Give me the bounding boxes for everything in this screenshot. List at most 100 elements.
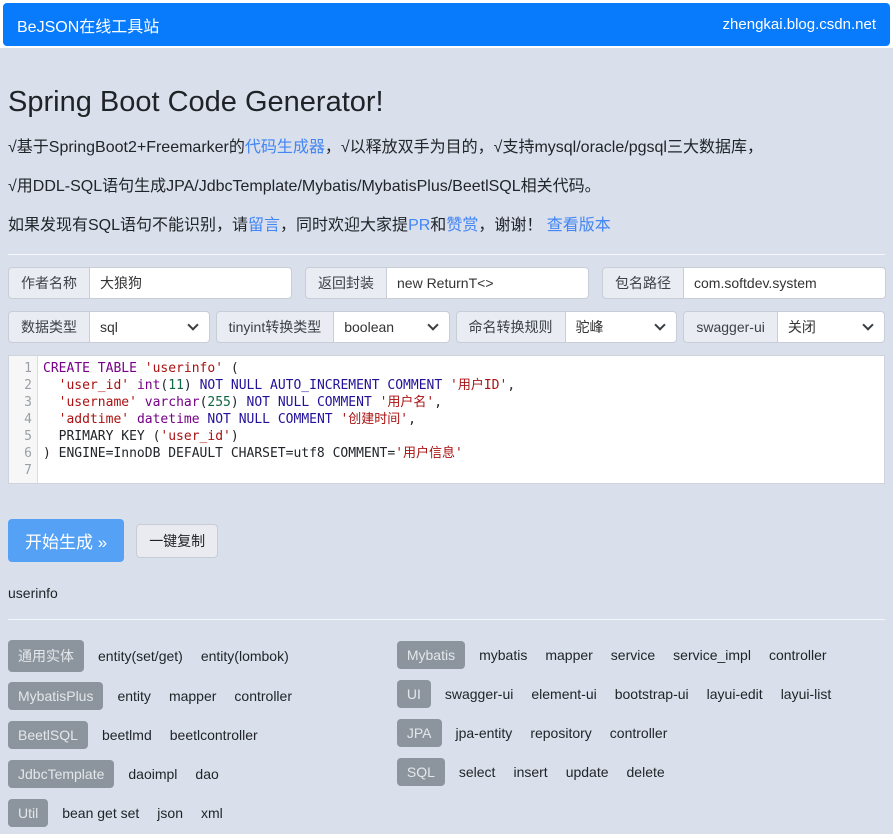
- package-path-label: 包名路径: [602, 267, 684, 299]
- generate-option-controller[interactable]: controller: [234, 688, 292, 704]
- code-line: PRIMARY KEY ('user_id'): [43, 428, 884, 445]
- generate-button[interactable]: 开始生成 »: [8, 519, 124, 562]
- group-badge-jdbctemplate[interactable]: JdbcTemplate: [8, 760, 114, 788]
- form-row-2: 数据类型sqltinyint转换类型boolean命名转换规则驼峰swagger…: [8, 311, 885, 343]
- generator-options: 通用实体 entity(set/get) entity(lombok) Mybatis…: [8, 640, 885, 834]
- group-badge-beetlsql[interactable]: BeetlSQL: [8, 721, 88, 749]
- data-type-select[interactable]: sql: [90, 311, 210, 343]
- generate-option-service-impl[interactable]: service_impl: [673, 647, 751, 663]
- generator-group: JdbcTemplate daoimpl dao: [8, 759, 387, 789]
- return-wrapper-input[interactable]: [387, 267, 589, 299]
- generate-option-layui-edit[interactable]: layui-edit: [707, 686, 763, 702]
- generate-option-bean-get-set[interactable]: bean get set: [62, 805, 139, 821]
- line-numbers: 1234567: [9, 356, 38, 483]
- group-badge--[interactable]: 通用实体: [8, 640, 84, 672]
- generate-option-controller[interactable]: controller: [610, 725, 668, 741]
- group-badge-sql[interactable]: SQL: [397, 758, 445, 786]
- inline-link[interactable]: 留言: [248, 217, 280, 234]
- naming-rule-select[interactable]: 驼峰: [566, 311, 678, 343]
- generate-option-entity-lombok-[interactable]: entity(lombok): [201, 648, 289, 664]
- main-content: Spring Boot Code Generator! √基于SpringBoo…: [0, 48, 893, 834]
- actions-row: 开始生成 » 一键复制: [8, 519, 885, 562]
- group-badge-util[interactable]: Util: [8, 799, 48, 827]
- generate-option-dao[interactable]: dao: [195, 766, 218, 782]
- generate-option-element-ui[interactable]: element-ui: [531, 686, 596, 702]
- naming-rule-selected-value: 驼峰: [576, 317, 604, 337]
- package-path-input[interactable]: [684, 267, 886, 299]
- description-text: √用DDL-SQL语句生成JPA/JdbcTemplate/Mybatis/My…: [8, 178, 601, 195]
- generator-group: BeetlSQL beetlmd beetlcontroller: [8, 720, 387, 750]
- inline-link[interactable]: PR: [408, 217, 430, 234]
- code-line: 'addtime' datetime NOT NULL COMMENT '创建时…: [43, 411, 884, 428]
- chevron-down-icon: [427, 319, 438, 330]
- swagger-ui-select[interactable]: 关闭: [778, 311, 885, 343]
- generate-option-delete[interactable]: delete: [627, 764, 665, 780]
- copy-button[interactable]: 一键复制: [136, 524, 218, 558]
- tinyint-convert-type-selected-value: boolean: [344, 319, 394, 335]
- description-text: ，同时欢迎大家提: [280, 217, 408, 234]
- divider: [8, 254, 885, 255]
- generate-option-layui-list[interactable]: layui-list: [781, 686, 832, 702]
- code-line: CREATE TABLE 'userinfo' (: [43, 360, 884, 377]
- group-badge-jpa[interactable]: JPA: [397, 719, 442, 747]
- top-navbar: BeJSON在线工具站 zhengkai.blog.csdn.net: [3, 3, 890, 46]
- tinyint-convert-type-label: tinyint转换类型: [216, 311, 335, 343]
- naming-rule-label: 命名转换规则: [456, 311, 566, 343]
- table-tab-userinfo[interactable]: userinfo: [8, 585, 58, 601]
- naming-rule-group: 命名转换规则驼峰: [456, 311, 678, 343]
- generate-option-mapper[interactable]: mapper: [545, 647, 592, 663]
- generate-option-bootstrap-ui[interactable]: bootstrap-ui: [615, 686, 689, 702]
- group-badge-mybatisplus[interactable]: MybatisPlus: [8, 682, 103, 710]
- description-line-1: √基于SpringBoot2+Freemarker的代码生成器，√以释放双手为目…: [8, 133, 885, 162]
- generate-option-update[interactable]: update: [566, 764, 609, 780]
- return-wrapper-label: 返回封装: [305, 267, 387, 299]
- generate-option-insert[interactable]: insert: [513, 764, 547, 780]
- generate-option-mapper[interactable]: mapper: [169, 688, 216, 704]
- generate-option-daoimpl[interactable]: daoimpl: [128, 766, 177, 782]
- group-badge-ui[interactable]: UI: [397, 680, 431, 708]
- package-path-group: 包名路径: [602, 267, 886, 299]
- generate-option-jpa-entity[interactable]: jpa-entity: [456, 725, 513, 741]
- generate-option-beetlcontroller[interactable]: beetlcontroller: [170, 727, 258, 743]
- tinyint-convert-type-group: tinyint转换类型 boolean: [216, 311, 450, 343]
- inline-link[interactable]: 查看版本: [547, 217, 611, 234]
- chevron-down-icon: [187, 319, 198, 330]
- chevron-down-icon: [655, 319, 666, 330]
- inline-link[interactable]: 赞赏: [446, 217, 478, 234]
- generate-option-repository[interactable]: repository: [530, 725, 591, 741]
- description-line-3: 如果发现有SQL语句不能识别，请留言，同时欢迎大家提PR和赞赏，谢谢！ 查看版本: [8, 211, 885, 240]
- description-text: 和: [430, 217, 446, 234]
- blog-link[interactable]: zhengkai.blog.csdn.net: [723, 16, 876, 33]
- data-type-label: 数据类型: [8, 311, 90, 343]
- generate-option-controller[interactable]: controller: [769, 647, 827, 663]
- author-group: 作者名称: [8, 267, 292, 299]
- generator-group: UI swagger-ui element-ui bootstrap-ui layui-…: [397, 679, 885, 709]
- swagger-ui-selected-value: 关闭: [788, 317, 816, 337]
- generate-option-xml[interactable]: xml: [201, 805, 223, 821]
- generator-group: 通用实体 entity(set/get) entity(lombok): [8, 640, 387, 672]
- generate-option-entity[interactable]: entity: [117, 688, 150, 704]
- swagger-ui-group: swagger-ui关闭: [683, 311, 885, 343]
- inline-link[interactable]: 代码生成器: [245, 139, 325, 156]
- generate-option-json[interactable]: json: [157, 805, 183, 821]
- data-type-group: 数据类型sql: [8, 311, 210, 343]
- generator-options-right: Mybatismybatismapperserviceservice_implc…: [397, 640, 885, 834]
- generate-option-mybatis[interactable]: mybatis: [479, 647, 527, 663]
- generator-group: Util bean get set json xml: [8, 798, 387, 828]
- code-line: 'user_id' int(11) NOT NULL AUTO_INCREMEN…: [43, 377, 884, 394]
- author-label: 作者名称: [8, 267, 90, 299]
- site-brand[interactable]: BeJSON在线工具站: [17, 13, 159, 37]
- generator-group: SQL select insert update delete: [397, 757, 885, 787]
- generate-option-select[interactable]: select: [459, 764, 496, 780]
- group-badge-mybatis[interactable]: Mybatis: [397, 641, 465, 669]
- return-wrapper-group: 返回封装: [305, 267, 589, 299]
- sql-editor[interactable]: 1234567 CREATE TABLE 'userinfo' ( 'user_i…: [8, 355, 885, 484]
- generate-option-entity-set-get-[interactable]: entity(set/get): [98, 648, 183, 664]
- generate-option-beetlmd[interactable]: beetlmd: [102, 727, 152, 743]
- tinyint-convert-type-select[interactable]: boolean: [334, 311, 449, 343]
- generate-option-swagger-ui[interactable]: swagger-ui: [445, 686, 513, 702]
- generate-option-service[interactable]: service: [611, 647, 655, 663]
- code-line: ) ENGINE=InnoDB DEFAULT CHARSET=utf8 COM…: [43, 445, 884, 462]
- author-input[interactable]: [90, 267, 292, 299]
- code-line: [43, 462, 884, 479]
